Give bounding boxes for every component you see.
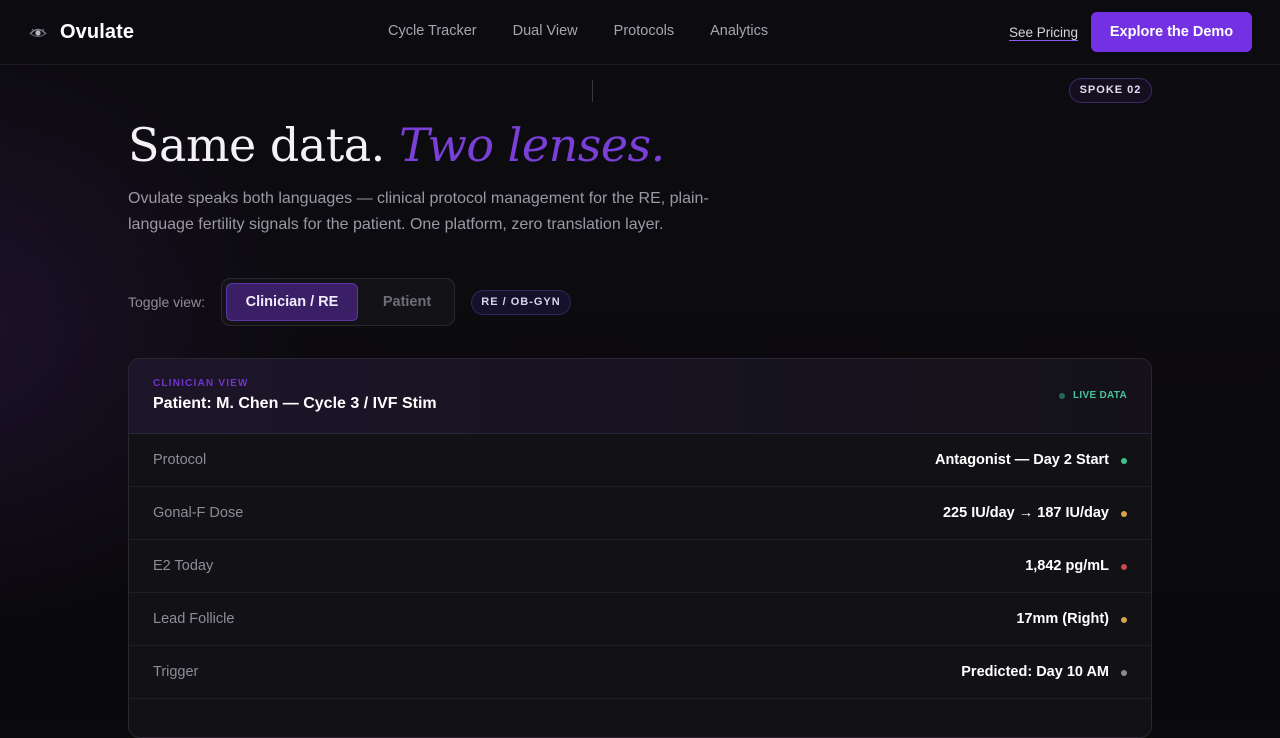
toggle-clinician[interactable]: Clinician / RE [226, 283, 358, 321]
row-value: 17mm (Right) [1016, 611, 1109, 627]
brand-logo[interactable]: Ovulate [28, 19, 134, 45]
status-dot-icon [1121, 564, 1127, 570]
toggle-label: Toggle view: [128, 294, 206, 310]
row-label: Protocol [153, 452, 207, 468]
live-label: LIVE DATA [1073, 390, 1127, 401]
hero-title-accent: Two lenses. [398, 118, 665, 172]
row-label: E2 Today [153, 558, 214, 574]
see-pricing-link[interactable]: See Pricing [1009, 25, 1078, 40]
panel-header: CLINICIAN VIEW Patient: M. Chen — Cycle … [129, 359, 1151, 434]
explore-demo-button[interactable]: Explore the Demo [1091, 12, 1252, 52]
hero-title: Same data. Two lenses. [128, 118, 665, 172]
clinician-panel: CLINICIAN VIEW Patient: M. Chen — Cycle … [128, 358, 1152, 738]
nav-link-analytics[interactable]: Analytics [710, 23, 768, 39]
panel-kicker: CLINICIAN VIEW [153, 378, 249, 389]
row-label: Lead Follicle [153, 611, 235, 627]
status-dot-icon [1121, 617, 1127, 623]
hero-title-plain: Same data. [128, 118, 385, 172]
row-label: Gonal-F Dose [153, 505, 244, 521]
table-row: Trigger Predicted: Day 10 AM [129, 646, 1151, 699]
table-row: E2 Today 1,842 pg/mL [129, 540, 1151, 593]
panel-title: Patient: M. Chen — Cycle 3 / IVF Stim [153, 395, 437, 412]
brand-name: Ovulate [60, 20, 135, 43]
status-dot-icon [1121, 670, 1127, 676]
status-dot-icon [1121, 458, 1127, 464]
nav-links: Cycle Tracker Dual View Protocols Analyt… [388, 23, 804, 39]
hero-subtitle: Ovulate speaks both languages — clinical… [128, 190, 709, 233]
divider-line [592, 80, 593, 102]
row-value: Antagonist — Day 2 Start [934, 452, 1109, 468]
toggle-patient[interactable]: Patient [362, 283, 452, 321]
live-data-indicator: LIVE DATA [1059, 390, 1127, 401]
nav-link-protocols[interactable]: Protocols [614, 23, 674, 39]
row-label: Trigger [153, 664, 199, 680]
eye-icon [28, 22, 48, 42]
row-value: 225 IU/day → 187 IU/day [942, 505, 1109, 521]
spoke-badge: SPOKE 02 [1069, 78, 1152, 103]
nav-link-cycle-tracker[interactable]: Cycle Tracker [388, 23, 477, 39]
table-row: Gonal-F Dose 225 IU/day → 187 IU/day [129, 487, 1151, 540]
row-value: 1,842 pg/mL [1025, 558, 1109, 574]
view-toggle: Clinician / RE Patient [221, 278, 455, 326]
role-badge: RE / OB-GYN [471, 290, 571, 315]
table-row: Lead Follicle 17mm (Right) [129, 593, 1151, 646]
nav-link-dual-view[interactable]: Dual View [513, 23, 578, 39]
top-navigation: Ovulate Cycle Tracker Dual View Protocol… [0, 0, 1280, 65]
live-dot-icon [1059, 392, 1065, 399]
row-value: Predicted: Day 10 AM [961, 664, 1109, 680]
nav-actions: See Pricing Explore the Demo [1009, 12, 1252, 52]
status-dot-icon [1121, 511, 1127, 517]
table-row: Protocol Antagonist — Day 2 Start [129, 434, 1151, 487]
